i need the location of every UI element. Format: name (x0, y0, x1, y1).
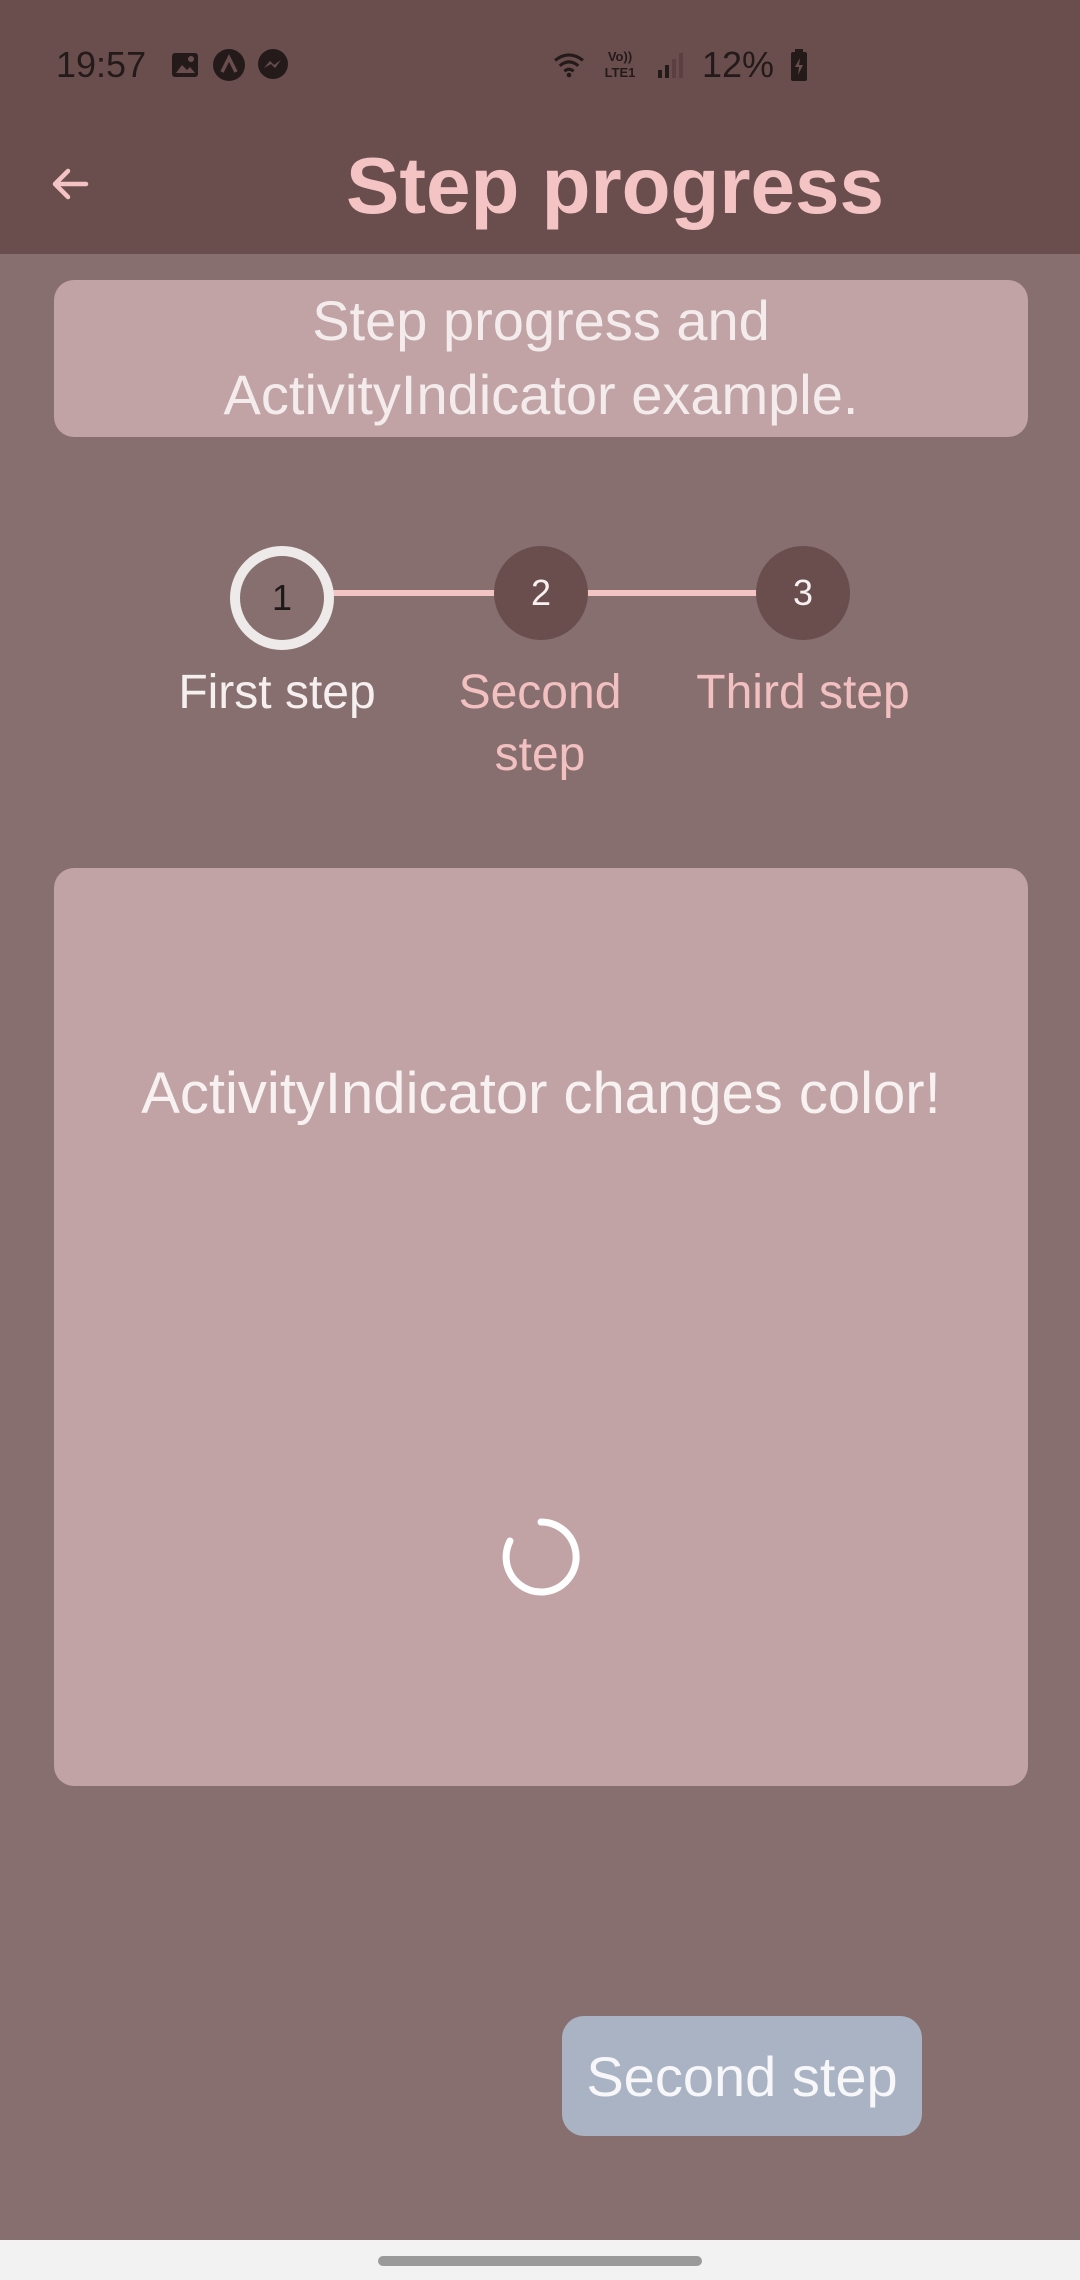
step-label-1-text: First step (178, 666, 376, 719)
intro-card: Step progress and ActivityIndicator exam… (54, 280, 1028, 437)
step-indicator-1[interactable]: 1 (230, 546, 334, 650)
status-bar: 19:57 Vo)) LTE1 12% (0, 0, 1080, 130)
loading-spinner-icon (498, 1514, 584, 1600)
step-number-2: 2 (530, 572, 552, 613)
status-icons-right: Vo)) LTE1 12% (552, 44, 810, 86)
signal-icon (654, 48, 688, 82)
page-title: Step progress (346, 141, 884, 230)
battery-charging-icon (788, 48, 810, 82)
step-connector-2-3 (582, 590, 764, 596)
step-indicator-3[interactable]: 3 (756, 546, 850, 640)
second-step-button[interactable]: Second step (562, 2016, 922, 2136)
step-label-3: Third step (688, 662, 918, 724)
step-indicator-2[interactable]: 2 (494, 546, 588, 640)
navigation-bar (0, 2240, 1080, 2280)
step-label-2: Second step (425, 662, 655, 786)
battery-text: 12% (701, 44, 774, 85)
wifi-icon (552, 48, 586, 82)
app-bar: Step progress (0, 130, 1080, 254)
activity-message: ActivityIndicator changes color! (141, 1061, 941, 1126)
svg-text:Vo)): Vo)) (608, 49, 632, 64)
content-card: ActivityIndicator changes color! (54, 868, 1028, 1786)
step-progress: 1 2 3 First step Second step Third step (0, 530, 1080, 810)
home-indicator[interactable] (378, 2256, 702, 2266)
step-number-3: 3 (792, 572, 814, 613)
step-label-2-line2: step (494, 728, 586, 781)
status-time: 19:57 (56, 44, 147, 85)
step-connector-1-2 (324, 590, 498, 596)
status-icons-left (168, 48, 290, 82)
intro-text-line1: Step progress and (312, 289, 770, 352)
step-label-1: First step (162, 662, 392, 724)
step-label-2-line1: Second (458, 666, 622, 719)
step-label-3-text: Third step (696, 666, 910, 719)
intro-text-line2: ActivityIndicator example. (223, 363, 859, 426)
gallery-icon (168, 48, 202, 82)
app-notification-icon (212, 48, 246, 82)
volte-icon: Vo)) LTE1 (600, 48, 640, 82)
svg-text:LTE1: LTE1 (605, 65, 636, 80)
step-number-1: 1 (271, 577, 293, 618)
messenger-icon (256, 48, 290, 82)
